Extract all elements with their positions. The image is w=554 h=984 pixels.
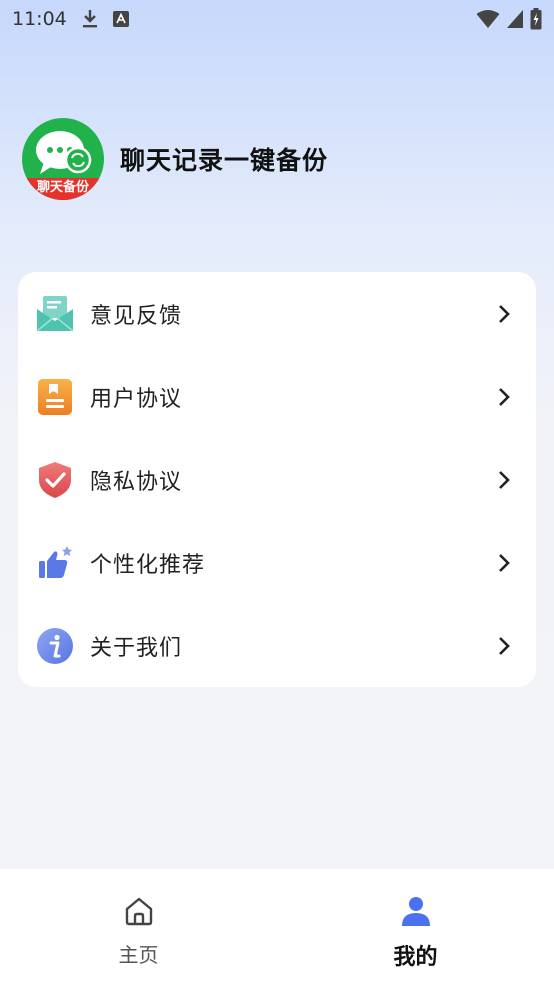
tab-mine-label: 我的 <box>393 945 438 970</box>
chevron-right-icon <box>494 304 514 324</box>
chevron-right-icon <box>494 553 514 573</box>
tab-home[interactable]: 主页 <box>0 869 277 984</box>
chevron-right-icon <box>494 636 514 656</box>
tab-home-label: 主页 <box>118 943 159 967</box>
shield-check-icon <box>36 461 74 499</box>
chevron-right-icon <box>494 470 514 490</box>
document-icon <box>36 378 74 416</box>
signal-icon <box>506 9 524 29</box>
menu-item-feedback[interactable]: 意见反馈 <box>18 272 536 355</box>
menu-item-personalized-recommendation[interactable]: 个性化推荐 <box>18 521 536 604</box>
menu-item-privacy-policy[interactable]: 隐私协议 <box>18 438 536 521</box>
battery-icon <box>530 8 542 30</box>
status-time: 11:04 <box>12 8 67 30</box>
menu-item-label: 关于我们 <box>90 635 183 661</box>
menu-item-label: 意见反馈 <box>90 303 183 329</box>
menu-item-user-agreement[interactable]: 用户协议 <box>18 355 536 438</box>
logo-band-text: 聊天备份 <box>22 178 104 200</box>
font-a-icon <box>112 11 129 27</box>
tab-mine[interactable]: 我的 <box>277 869 554 984</box>
user-icon <box>400 895 432 931</box>
info-icon <box>36 627 74 665</box>
settings-menu: 意见反馈 用户协议 隐私协议 个性化推荐 关于我们 <box>18 272 536 687</box>
menu-item-label: 个性化推荐 <box>90 552 206 578</box>
bottom-tab-bar: 主页 我的 <box>0 869 554 984</box>
wifi-icon <box>476 9 500 29</box>
menu-item-about-us[interactable]: 关于我们 <box>18 604 536 687</box>
download-icon <box>81 9 99 29</box>
thumbs-up-icon <box>36 544 74 582</box>
app-logo: 聊天备份 <box>22 118 104 200</box>
menu-item-label: 隐私协议 <box>90 469 183 495</box>
app-title: 聊天记录一键备份 <box>120 146 329 175</box>
profile-header: 聊天备份 聊天记录一键备份 <box>22 118 328 200</box>
menu-item-label: 用户协议 <box>90 386 183 412</box>
mail-icon <box>36 295 74 333</box>
status-bar: 11:04 <box>0 0 554 38</box>
chevron-right-icon <box>494 387 514 407</box>
home-icon <box>123 895 155 931</box>
